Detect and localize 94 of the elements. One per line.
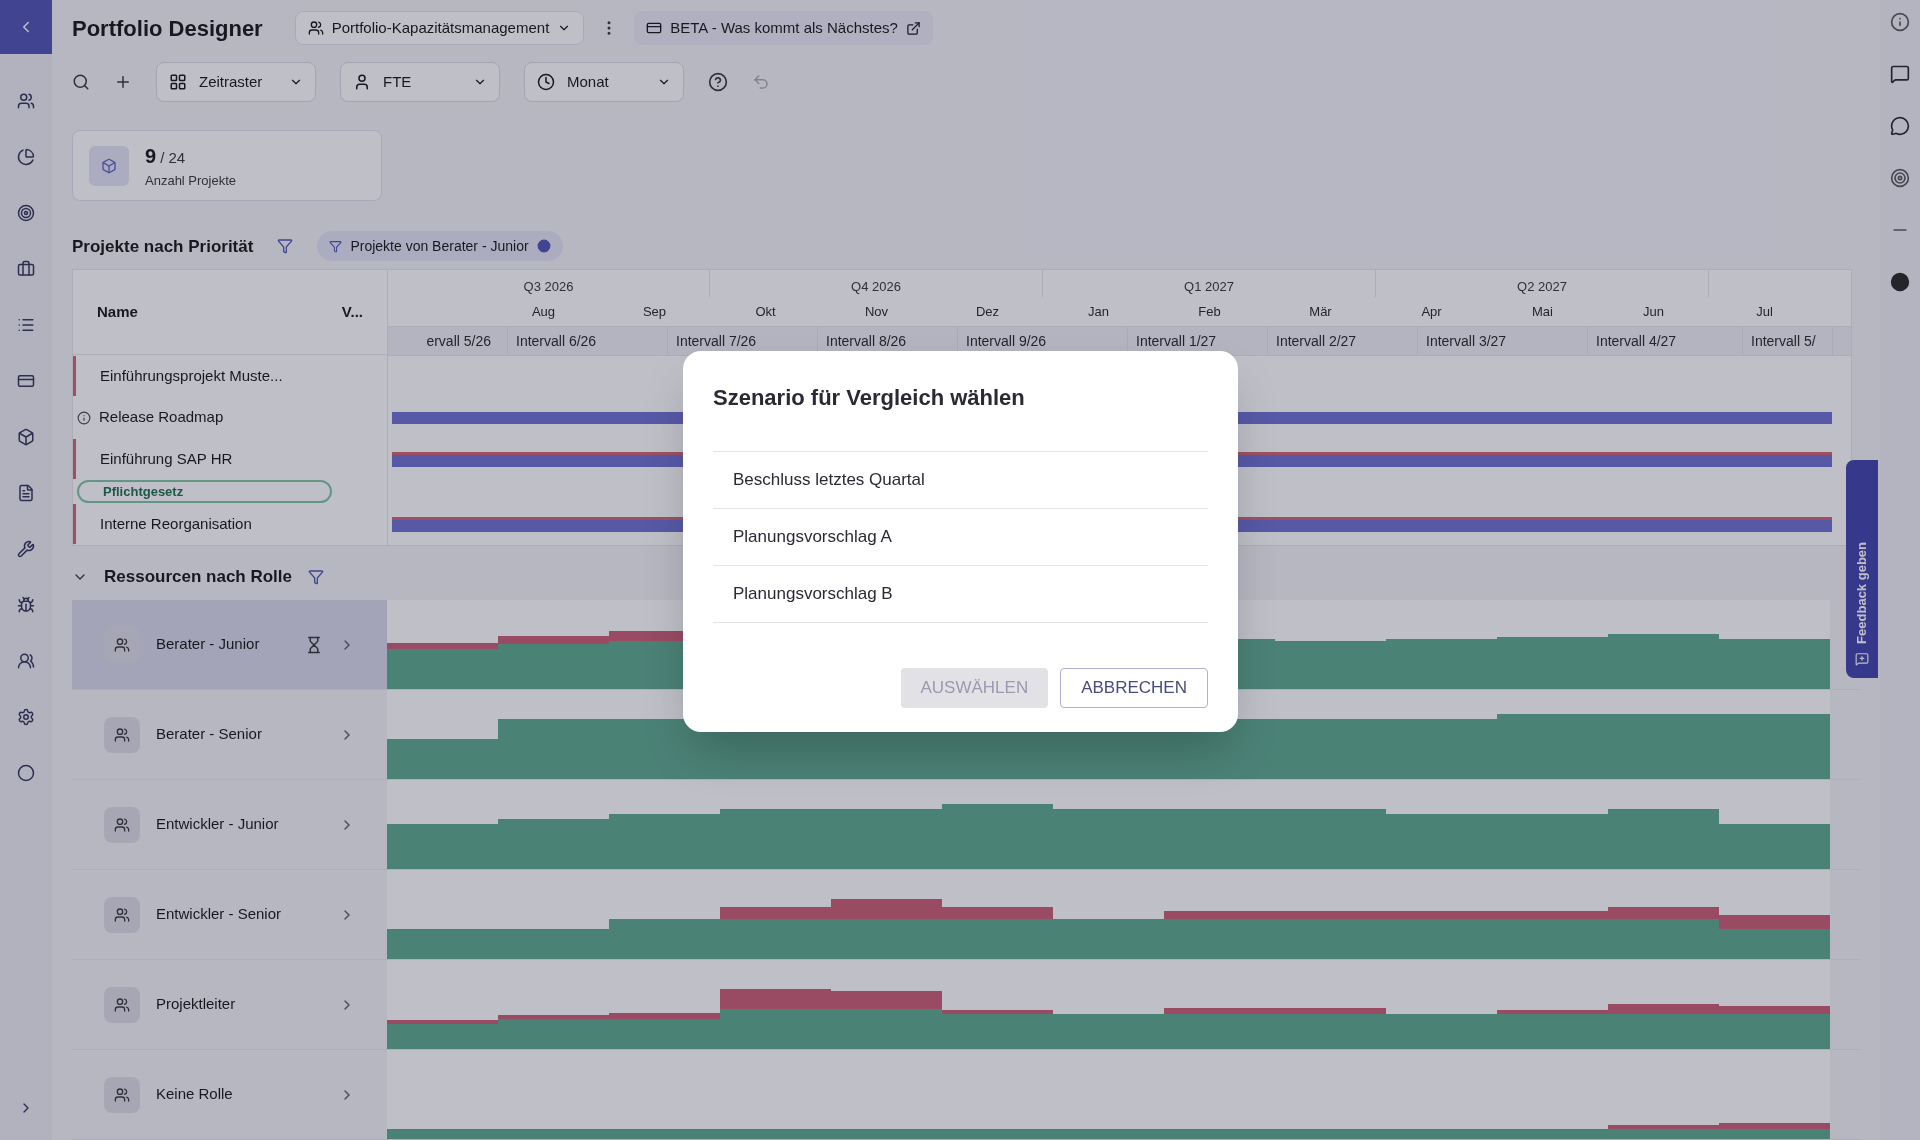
comment-icon[interactable] [1890,116,1910,136]
portfolio-select[interactable]: Portfolio-Kapazitätsmanagement [294,11,585,45]
list-icon[interactable] [17,316,35,334]
month-label: Jul [1756,302,1773,321]
quarter-label: Q3 2026 [523,278,574,297]
filter-icon[interactable] [277,238,294,255]
role-icon [114,996,130,1013]
bug-icon[interactable] [17,596,35,614]
month-label: Jan [1088,302,1109,321]
tag-chip: Pflichtgesetz [77,479,332,504]
section-title: Ressourcen nach Rolle [104,566,292,589]
circle-icon[interactable] [17,764,35,782]
clock-icon [537,73,555,91]
interval-cell: ervall 5/26 [388,327,508,355]
project-name[interactable]: Interne Reorganisation [100,512,252,536]
filter-chip[interactable]: Projekte von Berater - Junior [317,231,563,262]
role-name: Berater - Senior [156,724,263,745]
kpi-total: / 24 [160,148,186,168]
kpi-value: 9 [145,144,157,169]
role-row[interactable]: Berater - Junior [72,600,387,689]
month-label: Mai [1532,302,1553,321]
search-icon[interactable] [72,73,90,91]
project-name[interactable]: Einführung SAP HR [100,447,233,471]
project-name[interactable]: Einführungsprojekt Muste... [100,364,283,388]
role-name: Entwickler - Junior [156,814,280,835]
box-icon[interactable] [17,428,35,446]
role-name: Keine Rolle [156,1084,234,1105]
month-label: Dez [975,302,1000,321]
card-icon[interactable] [17,372,35,390]
interval-cell: Intervall 6/26 [508,327,668,355]
role-name: Projektleiter [156,994,237,1015]
pie-chart-icon[interactable] [17,148,35,166]
grid-icon [169,73,187,91]
briefcase-icon[interactable] [17,260,35,278]
view-select[interactable]: FTE [340,62,500,102]
month-label: Apr [1421,302,1442,321]
interval-cell: Intervall 2/27 [1268,327,1418,355]
settings-icon[interactable] [17,708,35,726]
column-header: Name [97,302,138,323]
month-label: Sep [642,302,667,321]
scenario-option[interactable]: Planungsvorschlag B [713,566,1208,623]
quarter-label: Q2 2027 [1517,278,1567,297]
interval-cell: Intervall 4/27 [1588,327,1743,355]
circle-icon[interactable] [1890,272,1910,292]
view-select[interactable]: Monat [524,62,684,102]
scenario-option[interactable]: Planungsvorschlag A [713,509,1208,566]
role-icon [114,1086,130,1103]
feedback-icon[interactable] [1855,652,1869,666]
role-name: Entwickler - Senior [156,904,283,925]
users-icon[interactable] [17,92,35,110]
box-icon [101,157,117,174]
scenario-option[interactable]: Beschluss letztes Quartal [713,452,1208,509]
person-icon [353,73,371,91]
add-icon[interactable] [114,73,132,91]
wrench-icon[interactable] [17,540,35,558]
role-icon [114,726,130,743]
month-label: Nov [864,302,889,321]
month-label: Jun [1643,302,1664,321]
column-header: V... [341,302,363,323]
role-name: Berater - Junior [156,634,261,655]
card-icon [646,20,663,36]
project-name[interactable]: Release Roadmap [99,406,224,429]
view-select[interactable]: Zeitraster [156,62,316,102]
help-icon[interactable] [708,72,728,92]
app-title: Portfolio Designer [72,14,263,43]
kpi-label: Anzahl Projekte [145,172,237,190]
month-label: Okt [755,302,776,321]
interval-cell: Intervall 3/27 [1418,327,1588,355]
section-title: Projekte nach Priorität [72,235,254,258]
role-icon [114,636,130,653]
info-icon[interactable] [1890,12,1910,32]
month-label: Mär [1309,302,1332,321]
interval-cell: Intervall 5/ [1743,327,1833,355]
filter-icon[interactable] [308,568,324,585]
hourglass-icon [305,635,323,654]
target-icon[interactable] [17,204,35,222]
target-icon[interactable] [1890,168,1910,188]
role-icon [114,906,130,923]
role-icon [114,816,130,833]
cancel-button[interactable]: ABBRECHEN [1060,668,1208,708]
chat-icon[interactable] [1890,64,1910,84]
external-link-icon [905,20,921,36]
group-icon[interactable] [17,652,35,670]
dot-icon [536,239,551,254]
filter-icon [329,240,343,253]
month-label: Aug [531,302,556,321]
quarter-label: Q4 2026 [851,278,901,297]
month-label: Feb [1198,302,1221,321]
dialog-title: Szenario für Vergleich wählen [713,384,1026,412]
users-icon [307,20,324,36]
info-icon [77,410,91,425]
document-icon[interactable] [17,484,35,502]
beta-button[interactable]: BETA - Was kommt als Nächstes? [634,11,933,45]
quarter-label: Q1 2027 [1184,278,1234,297]
